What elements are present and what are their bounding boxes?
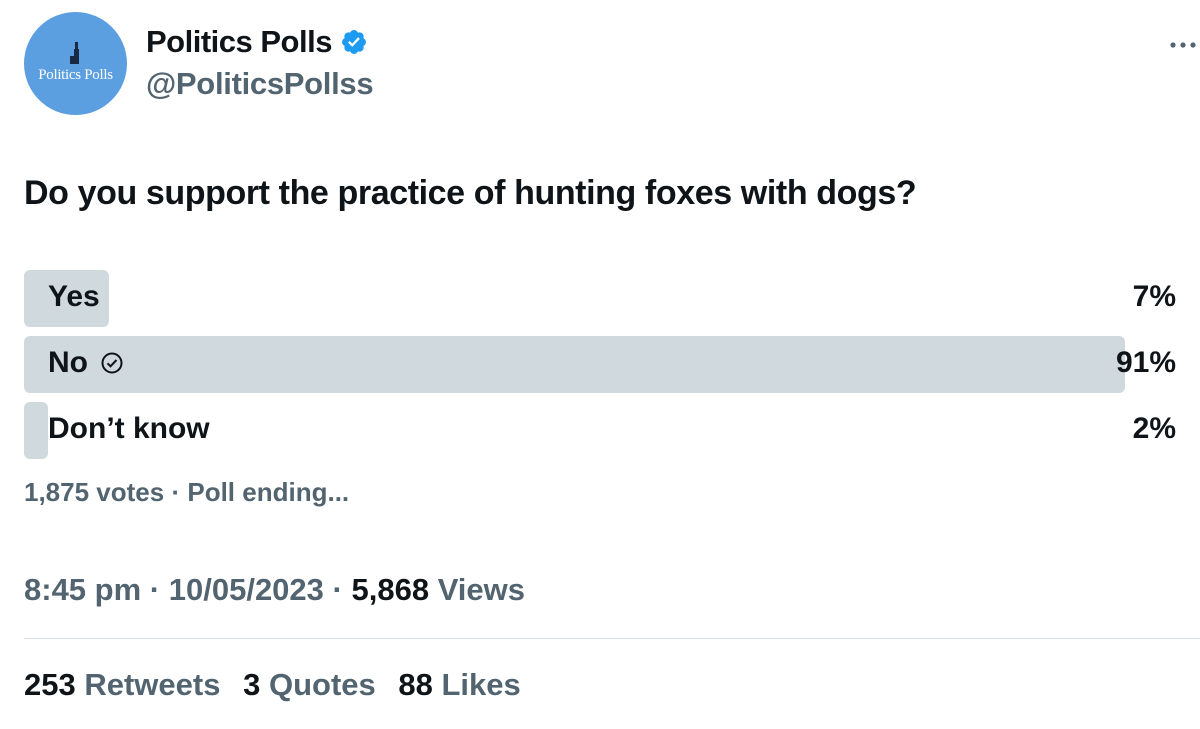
retweets-stat[interactable]: 253 Retweets — [24, 667, 229, 702]
poll-bar — [24, 336, 1125, 393]
poll-bar — [24, 402, 48, 459]
poll-option-percent: 7% — [1132, 280, 1176, 313]
poll-option-dont-know: Don’t know 2% — [24, 402, 1176, 459]
separator: · — [171, 477, 181, 507]
divider — [24, 638, 1200, 639]
separator: · — [332, 572, 343, 607]
poll-status: Poll ending... — [187, 477, 350, 507]
display-name-text: Politics Polls — [146, 24, 332, 59]
poll-option-label: Yes — [48, 280, 100, 313]
views-count: 5,868 — [351, 572, 430, 607]
poll-info: 1,875 votes · Poll ending... — [24, 477, 349, 508]
tweet-timestamp[interactable]: 8:45 pm · 10/05/2023 · 5,868 Views — [24, 572, 525, 608]
selected-check-icon — [101, 352, 123, 374]
parliament-logo-icon — [70, 42, 79, 64]
engagement-stats: 253 Retweets 3 Quotes 88 Likes — [24, 667, 535, 703]
vote-count: 1,875 votes — [24, 477, 165, 507]
poll-option-label: No — [48, 346, 124, 380]
author-handle[interactable]: @PoliticsPollss — [146, 66, 374, 102]
poll-option-no: No 91% — [24, 336, 1176, 393]
tweet-time: 8:45 pm — [24, 572, 142, 607]
views-label: Views — [437, 572, 526, 607]
separator: · — [149, 572, 161, 607]
quotes-stat[interactable]: 3 Quotes — [243, 667, 384, 702]
poll-option-label: Don’t know — [48, 412, 210, 445]
likes-stat[interactable]: 88 Likes — [398, 667, 520, 702]
tweet-text: Do you support the practice of hunting f… — [24, 174, 917, 212]
more-options-icon[interactable] — [1166, 30, 1200, 60]
avatar-text: Politics Polls — [38, 67, 113, 83]
avatar[interactable]: Politics Polls — [24, 12, 127, 115]
verified-badge-icon — [341, 30, 366, 54]
poll-option-percent: 2% — [1132, 412, 1176, 445]
tweet-date: 10/05/2023 — [168, 572, 324, 607]
poll-option-yes: Yes 7% — [24, 270, 1176, 327]
author-name[interactable]: Politics Polls — [146, 24, 368, 60]
poll-option-percent: 91% — [1115, 346, 1176, 379]
